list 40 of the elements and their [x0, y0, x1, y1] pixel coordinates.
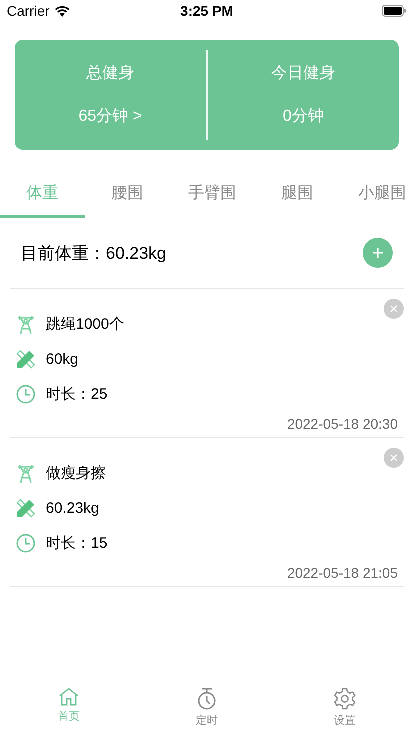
duration-text: 时长：25: [46, 385, 108, 404]
exercise-name: 做瘦身擦: [46, 464, 106, 483]
summary-label: 总健身: [86, 64, 134, 84]
tab[interactable]: 手臂围: [170, 172, 255, 218]
record-timestamp: 2022-05-18 20:30: [287, 416, 398, 432]
delete-button[interactable]: [384, 448, 404, 468]
duration-text: 时长：15: [46, 534, 108, 553]
tab-bar-item[interactable]: 首页: [39, 684, 99, 734]
tab[interactable]: 小腿围: [340, 172, 414, 218]
battery-icon: [382, 5, 407, 17]
weight-value: 60kg: [46, 351, 79, 368]
ruler-pencil-icon: [16, 499, 36, 518]
summary-label: 今日健身: [272, 64, 336, 84]
settings-icon: [334, 688, 356, 710]
clock-icon: [16, 534, 36, 553]
weightlifter-icon: [16, 314, 36, 334]
summary-value: 0分钟: [283, 107, 324, 127]
wifi-icon: [54, 6, 70, 16]
clock-icon: [16, 385, 36, 404]
home-icon: [59, 688, 79, 706]
add-button[interactable]: [363, 238, 393, 268]
tab-bar-item[interactable]: 设置: [315, 684, 375, 734]
plus-icon: [373, 248, 383, 258]
tab[interactable]: 腿围: [255, 172, 340, 218]
tab[interactable]: 体重: [0, 172, 85, 218]
tab-bar-item[interactable]: 定时: [177, 684, 237, 734]
ruler-pencil-icon: [16, 350, 36, 369]
current-weight: 目前体重：60.23kg: [21, 242, 166, 264]
close-icon: [390, 454, 398, 462]
weightlifter-icon: [16, 464, 36, 484]
delete-button[interactable]: [384, 299, 404, 319]
weight-value: 60.23kg: [46, 500, 100, 517]
carrier-label: Carrier: [7, 3, 50, 19]
close-icon: [390, 305, 398, 313]
stopwatch-icon: [197, 688, 217, 710]
record-timestamp: 2022-05-18 21:05: [287, 565, 398, 581]
clock-time: 3:25 PM: [180, 3, 234, 19]
exercise-name: 跳绳1000个: [46, 315, 124, 334]
summary-value[interactable]: 65分钟 >: [78, 106, 142, 127]
tab[interactable]: 腰围: [85, 172, 170, 218]
